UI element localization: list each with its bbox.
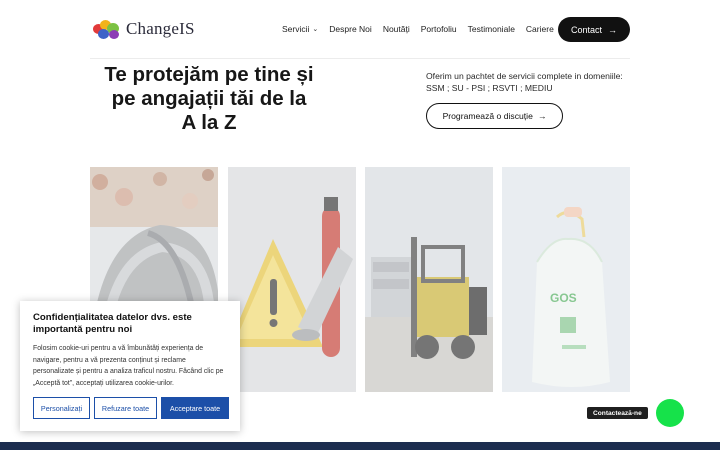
header-divider [90, 58, 630, 59]
customize-cookies-button[interactable]: Personalizați [33, 397, 90, 419]
chat-button[interactable] [656, 399, 684, 427]
cookie-buttons: Personalizați Refuzare toate Acceptare t… [33, 397, 229, 419]
nav-item-noutati[interactable]: Noutăți [383, 24, 410, 34]
chat-tooltip: Contactează-ne [587, 407, 648, 419]
hero-title: Te protejăm pe tine și pe angajații tăi … [86, 63, 332, 135]
nav-item-servicii[interactable]: Servicii ⌄ [282, 24, 318, 34]
contact-button[interactable]: Contact → [558, 17, 630, 42]
contact-button-label: Contact [570, 24, 603, 35]
arrow-right-icon: → [537, 111, 547, 121]
service-card-forklift[interactable] [365, 167, 493, 392]
cta-label: Programează o discuție [442, 111, 533, 121]
cookie-title: Confidențialitatea datelor dvs. este imp… [33, 312, 192, 335]
hero-title-line: Te protejăm pe tine și [104, 63, 314, 86]
nav-item-portofoliu[interactable]: Portofoliu [421, 24, 457, 34]
nav-item-cariere[interactable]: Cariere [526, 24, 554, 34]
footer-strip [0, 442, 720, 450]
nav-item-despre-noi[interactable]: Despre Noi [329, 24, 372, 34]
hero-title-line: pe angajații tăi de la [111, 87, 307, 110]
hero-title-line: A la Z [181, 111, 237, 134]
nav-item-testimoniale[interactable]: Testimoniale [468, 24, 515, 34]
accept-all-button[interactable]: Acceptare toate [161, 397, 229, 419]
warning-sign-megaphone-image [228, 167, 356, 392]
service-card-waste[interactable]: GOS [502, 167, 630, 392]
cookie-consent-dialog: Confidențialitatea datelor dvs. este imp… [20, 301, 240, 431]
schedule-discussion-button[interactable]: Programează o discuție → [426, 103, 563, 129]
logo-text: ChangeIS [126, 19, 195, 38]
arrow-right-icon: → [608, 24, 618, 35]
page: ChangeIS Servicii ⌄ Despre Noi Noutăți P… [0, 0, 720, 450]
logo-mark-icon [91, 18, 123, 40]
logo[interactable]: ChangeIS [91, 18, 195, 40]
chevron-down-icon: ⌄ [312, 26, 319, 33]
forklift-image [365, 167, 493, 392]
reject-all-button[interactable]: Refuzare toate [94, 397, 157, 419]
waste-bag-image: GOS [502, 167, 630, 392]
main-nav: Servicii ⌄ Despre Noi Noutăți Portofoliu… [282, 24, 554, 34]
hero-description: Oferim un pachtet de servicii complete i… [426, 71, 623, 93]
cookie-text: Folosim cookie-uri pentru a vă îmbunătăț… [33, 345, 224, 387]
service-card-warning[interactable] [228, 167, 356, 392]
